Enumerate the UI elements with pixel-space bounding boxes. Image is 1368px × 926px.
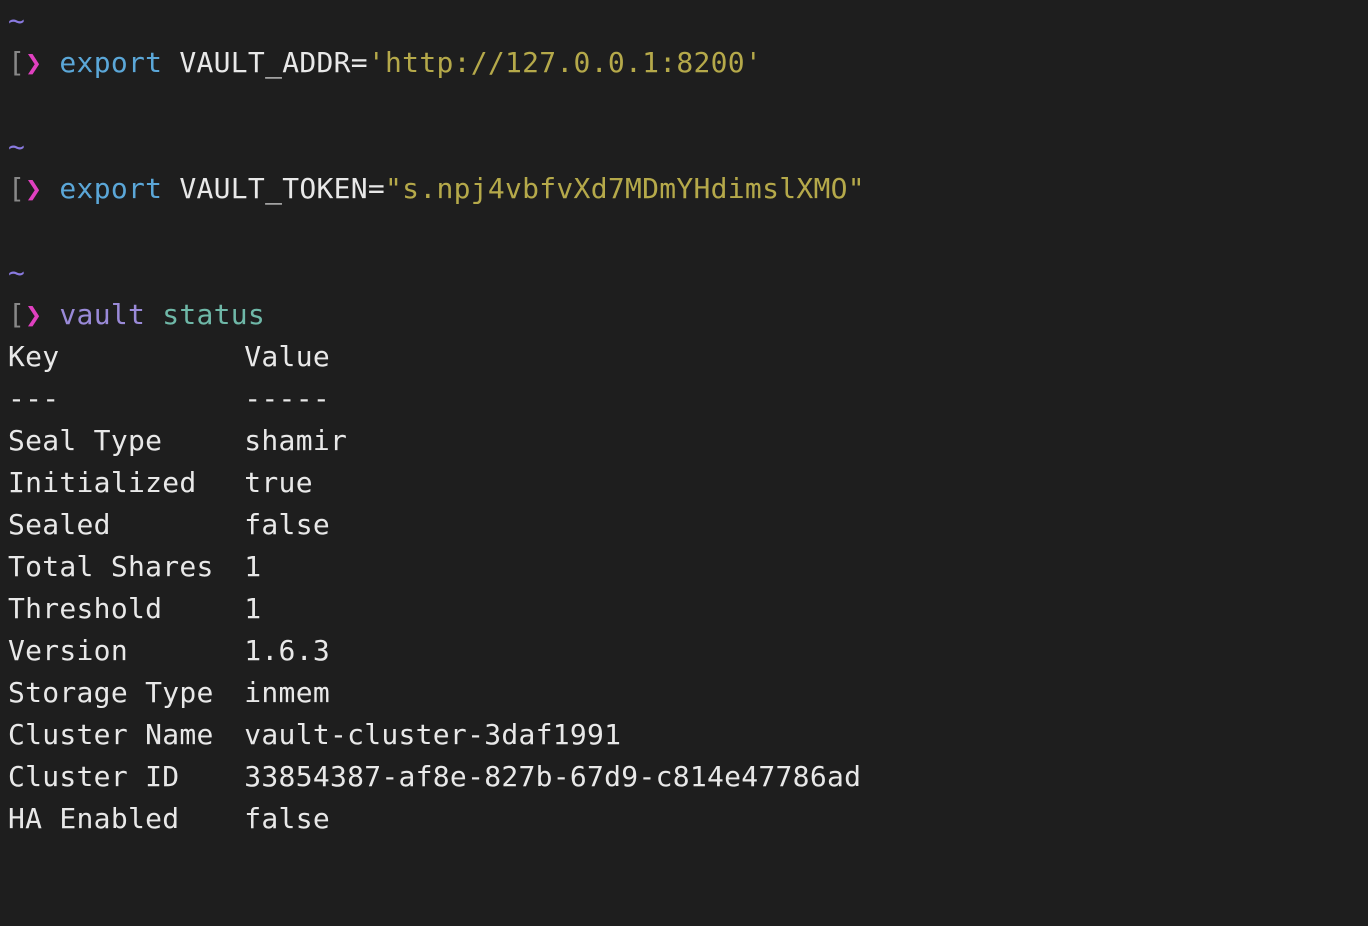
divider-key: --- xyxy=(8,378,227,420)
row-value: 1 xyxy=(244,546,261,588)
row-value: inmem xyxy=(244,672,330,714)
command-line-3: [❯ vault status xyxy=(8,294,1360,336)
command-name: vault xyxy=(59,298,145,331)
row-value: true xyxy=(244,462,313,504)
row-key: Seal Type xyxy=(8,420,227,462)
shell-assignment: VAULT_TOKEN= xyxy=(162,172,385,205)
row-value: shamir xyxy=(244,420,347,462)
tilde-icon: ~ xyxy=(8,130,25,163)
row-value: 1 xyxy=(244,588,261,630)
command-line-1: [❯ export VAULT_ADDR='http://127.0.0.1:8… xyxy=(8,42,1360,84)
table-divider: --- ----- xyxy=(8,378,1360,420)
header-key: Key xyxy=(8,336,227,378)
prompt-arrow-icon: ❯ xyxy=(25,46,42,79)
bracket-icon: [ xyxy=(8,172,25,205)
shell-string: 'http://127.0.0.1:8200' xyxy=(368,46,762,79)
home-indicator-line: ~ xyxy=(8,126,1360,168)
blank-line xyxy=(8,84,1360,126)
row-key: Storage Type xyxy=(8,672,227,714)
home-indicator-line: ~ xyxy=(8,0,1360,42)
table-row: Total Shares 1 xyxy=(8,546,1360,588)
row-key: Version xyxy=(8,630,227,672)
table-row: Initialized true xyxy=(8,462,1360,504)
row-key: Total Shares xyxy=(8,546,227,588)
table-header: Key Value xyxy=(8,336,1360,378)
table-row: Storage Type inmem xyxy=(8,672,1360,714)
prompt-arrow-icon: ❯ xyxy=(25,172,42,205)
table-row: Version 1.6.3 xyxy=(8,630,1360,672)
row-key: HA Enabled xyxy=(8,798,227,840)
row-value: 33854387-af8e-827b-67d9-c814e47786ad xyxy=(244,756,861,798)
shell-string: "s.npj4vbfvXd7MDmYHdimslXMO" xyxy=(385,172,865,205)
terminal-output[interactable]: ~ [❯ export VAULT_ADDR='http://127.0.0.1… xyxy=(8,0,1360,840)
row-key: Cluster ID xyxy=(8,756,227,798)
row-key: Threshold xyxy=(8,588,227,630)
row-value: false xyxy=(244,504,330,546)
table-row: Cluster Name vault-cluster-3daf1991 xyxy=(8,714,1360,756)
bracket-icon: [ xyxy=(8,46,25,79)
bracket-icon: [ xyxy=(8,298,25,331)
row-value: false xyxy=(244,798,330,840)
command-line-2: [❯ export VAULT_TOKEN="s.npj4vbfvXd7MDmY… xyxy=(8,168,1360,210)
divider-value: ----- xyxy=(244,378,330,420)
table-body: Seal Type shamirInitialized trueSealed f… xyxy=(8,420,1360,840)
prompt-arrow-icon: ❯ xyxy=(25,298,42,331)
table-row: Seal Type shamir xyxy=(8,420,1360,462)
table-row: Cluster ID 33854387-af8e-827b-67d9-c814e… xyxy=(8,756,1360,798)
table-row: HA Enabled false xyxy=(8,798,1360,840)
row-value: vault-cluster-3daf1991 xyxy=(244,714,621,756)
command-arg: status xyxy=(162,298,265,331)
shell-keyword: export xyxy=(59,172,162,205)
header-value: Value xyxy=(244,336,330,378)
home-indicator-line: ~ xyxy=(8,252,1360,294)
shell-keyword: export xyxy=(59,46,162,79)
tilde-icon: ~ xyxy=(8,256,25,289)
row-key: Initialized xyxy=(8,462,227,504)
row-key: Cluster Name xyxy=(8,714,227,756)
row-value: 1.6.3 xyxy=(244,630,330,672)
blank-line xyxy=(8,210,1360,252)
row-key: Sealed xyxy=(8,504,227,546)
tilde-icon: ~ xyxy=(8,4,25,37)
table-row: Sealed false xyxy=(8,504,1360,546)
table-row: Threshold 1 xyxy=(8,588,1360,630)
shell-assignment: VAULT_ADDR= xyxy=(162,46,368,79)
